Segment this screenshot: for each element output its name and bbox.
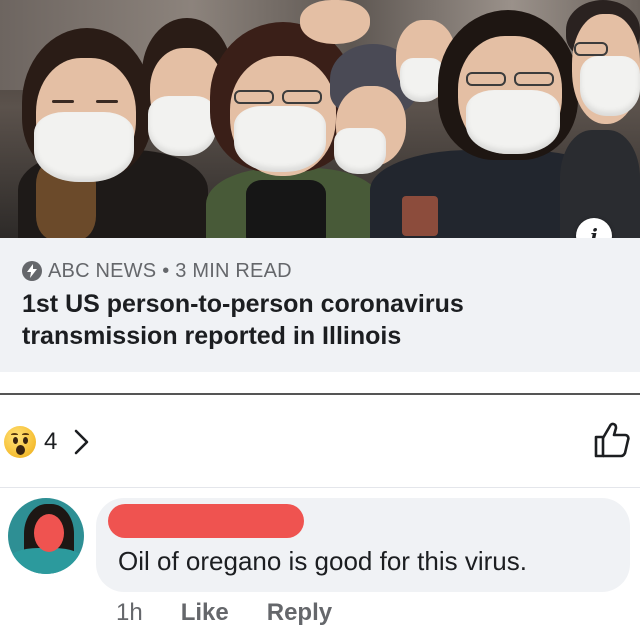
article-headline[interactable]: 1st US person-to-person coronavirus tran… xyxy=(22,288,622,352)
section-divider xyxy=(0,393,640,395)
article-link-card[interactable]: ABC NEWS • 3 MIN READ 1st US person-to-p… xyxy=(0,238,640,372)
instant-article-bolt-icon xyxy=(22,261,42,281)
comment-text: Oil of oregano is good for this virus. xyxy=(118,546,527,576)
avatar-redaction xyxy=(34,514,64,552)
comment-actions: 1h Like Reply xyxy=(116,598,370,628)
comment-time[interactable]: 1h xyxy=(116,599,143,627)
commenter-name-redacted xyxy=(108,504,304,538)
thumbs-up-icon[interactable] xyxy=(592,420,632,460)
comment-divider xyxy=(0,487,640,488)
comment-bubble[interactable]: Oil of oregano is good for this virus. xyxy=(96,498,630,592)
article-photo[interactable] xyxy=(0,0,640,238)
read-time: 3 MIN READ xyxy=(175,259,292,282)
meta-separator: • xyxy=(162,259,170,282)
chevron-right-icon[interactable] xyxy=(71,428,93,456)
reaction-count: 4 xyxy=(44,428,58,455)
article-source: ABC NEWS xyxy=(48,259,157,282)
comment-like-button[interactable]: Like xyxy=(181,599,229,627)
comment-reply-button[interactable]: Reply xyxy=(267,599,332,627)
article-source-row: ABC NEWS • 3 MIN READ xyxy=(22,260,292,282)
commenter-avatar[interactable] xyxy=(8,498,84,574)
reactions-summary[interactable]: 4 xyxy=(4,425,93,459)
wow-reaction-icon xyxy=(4,426,36,458)
photo-person xyxy=(0,0,640,238)
